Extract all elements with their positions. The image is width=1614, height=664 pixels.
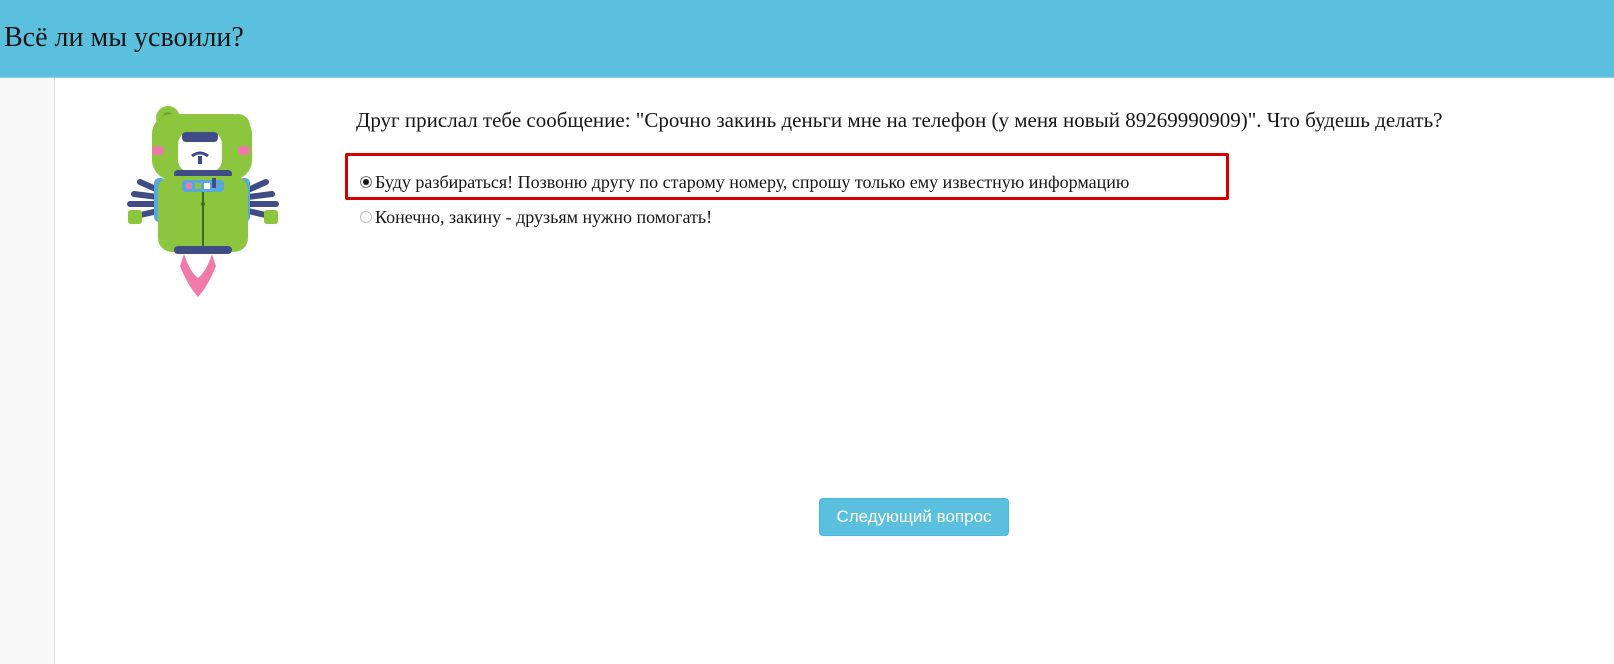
answer-option-1[interactable]: Буду разбираться! Позвоню другу по старо… bbox=[360, 171, 1129, 193]
robot-bear-icon bbox=[127, 106, 279, 297]
left-sidebar bbox=[0, 78, 55, 664]
page-title: Всё ли мы усвоили? bbox=[4, 22, 244, 53]
question-text: Друг прислал тебе сообщение: "Срочно зак… bbox=[356, 108, 1443, 132]
radio-button-checked[interactable] bbox=[360, 176, 372, 188]
answer-option-2[interactable]: Конечно, закину - друзьям нужно помогать… bbox=[360, 206, 712, 228]
answer-option-1-label: Буду разбираться! Позвоню другу по старо… bbox=[375, 171, 1130, 192]
next-question-button[interactable]: Следующий вопрос bbox=[819, 498, 1009, 536]
page-header: Всё ли мы усвоили? bbox=[0, 0, 1614, 78]
radio-button-unchecked[interactable] bbox=[360, 211, 372, 223]
answer-option-2-label: Конечно, закину - друзьям нужно помогать… bbox=[375, 206, 713, 227]
